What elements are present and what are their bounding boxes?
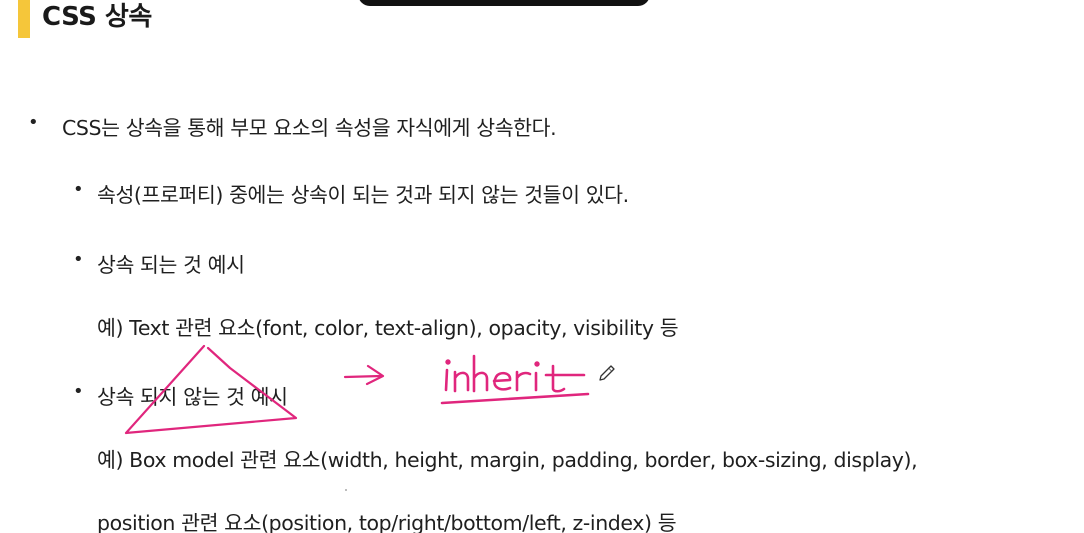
stray-dot [345,489,347,491]
text-line-6: 예) Box model 관련 요소(width, height, margin… [97,448,918,472]
bullet-sub-2: • [73,249,84,270]
bullet-sub-1: • [73,179,84,200]
bullet-sub-3: • [73,381,84,402]
handwritten-inherit-word [440,354,590,405]
text-line-4: 예) Text 관련 요소(font, color, text-align), … [97,316,679,340]
text-line-7: position 관련 요소(position, top/right/botto… [97,511,677,533]
handwritten-arrow-icon [343,364,385,386]
text-line-1: CSS는 상속을 통해 부모 요소의 속성을 자식에게 상속한다. [62,116,557,140]
pencil-cursor-icon [599,365,615,381]
page-title: CSS 상속 [42,2,152,32]
bullet-main: • [28,112,39,133]
top-tab-decoration [358,0,650,6]
text-line-5: 상속 되지 않는 것 예시 [97,385,288,409]
title-accent-bar [18,0,30,38]
text-line-2: 속성(프로퍼티) 중에는 상속이 되는 것과 되지 않는 것들이 있다. [97,183,629,207]
text-line-3: 상속 되는 것 예시 [97,253,245,277]
